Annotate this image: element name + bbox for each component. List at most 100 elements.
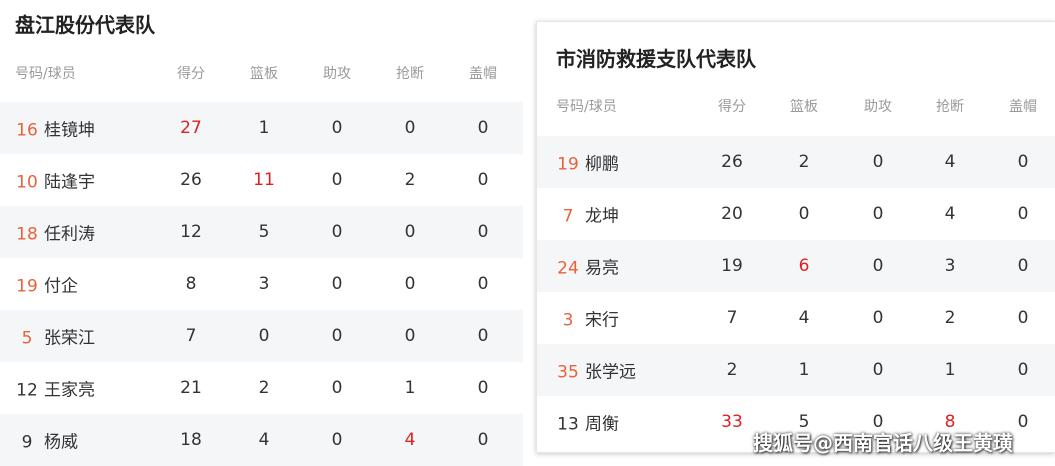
stat-points: 2 [726,360,738,380]
player-cell: 3 宋行 [556,306,619,331]
stat-rebounds: 4 [798,308,810,328]
player-cell: 9 杨威 [15,428,78,453]
stat-blocks: 0 [477,274,489,294]
stat-steals: 0 [404,222,416,242]
jersey-number: 10 [16,172,38,193]
stat-steals: 4 [944,204,956,224]
player-cell: 35 张学远 [556,358,636,383]
column-header-assists: 助攻 [323,66,351,82]
stat-rebounds: 1 [258,118,270,138]
column-header-row: 号码/球员 得分 篮板 助攻 抢断 盖帽 [0,63,523,83]
table-row: 35 张学远 2 1 0 1 0 [537,344,1055,396]
player-name: 王家亮 [44,380,95,401]
player-cell: 16 桂镜坤 [15,116,95,141]
stat-assists: 0 [872,360,884,380]
stat-assists: 0 [331,170,343,190]
stat-rebounds: 2 [798,152,810,172]
player-name: 任利涛 [44,224,95,245]
stat-rebounds: 5 [258,222,270,242]
player-stats-table: 16 桂镜坤 27 1 0 0 0 10 陆逢宇 26 11 0 2 0 18 任利涛 12 5 0 0 0 19 付企 8 3… [0,102,523,466]
stat-steals: 1 [944,360,956,380]
stat-blocks: 0 [477,170,489,190]
column-header-blocks: 盖帽 [1009,99,1037,115]
stat-points: 12 [180,222,202,242]
player-cell: 18 任利涛 [15,220,95,245]
player-name: 付企 [44,276,78,297]
stat-points: 27 [180,118,202,138]
jersey-number: 18 [16,224,38,245]
player-name: 龙坤 [585,206,619,227]
player-cell: 7 龙坤 [556,202,619,227]
jersey-number: 5 [21,328,33,349]
table-row: 5 张荣江 7 0 0 0 0 [0,310,523,362]
stat-assists: 0 [331,222,343,242]
player-stats-table: 19 柳鹏 26 2 0 4 0 7 龙坤 20 0 0 4 0 24 易亮 19 6 0 3 0 3 宋行 7 4 0 2 0 35 张… [537,136,1055,448]
stat-assists: 0 [331,274,343,294]
stat-rebounds: 4 [258,430,270,450]
stat-rebounds: 0 [258,326,270,346]
table-row: 9 杨威 18 4 0 4 0 [0,414,523,466]
jersey-number: 12 [16,380,38,401]
player-cell: 19 付企 [15,272,78,297]
player-name: 柳鹏 [585,154,619,175]
team-panel-pangjiang: 盘江股份代表队 号码/球员 得分 篮板 助攻 抢断 盖帽 16 桂镜坤 27 1 0 0 0 10 陆逢宇… [0,0,523,466]
stat-blocks: 0 [1017,308,1029,328]
jersey-number: 19 [16,276,38,297]
column-header-steals: 抢断 [936,99,964,115]
player-name: 宋行 [585,310,619,331]
player-cell: 19 柳鹏 [556,150,619,175]
table-row: 16 桂镜坤 27 1 0 0 0 [0,102,523,154]
jersey-number: 24 [557,258,579,279]
stat-points: 26 [721,152,743,172]
stat-steals: 0 [404,326,416,346]
stat-points: 21 [180,378,202,398]
team-title: 市消防救援支队代表队 [556,47,756,71]
jersey-number: 7 [562,206,574,227]
stat-points: 18 [180,430,202,450]
jersey-number: 19 [557,154,579,175]
column-header-rebounds: 篮板 [250,66,278,82]
stat-steals: 0 [404,118,416,138]
player-cell: 5 张荣江 [15,324,95,349]
table-row: 24 易亮 19 6 0 3 0 [537,240,1055,292]
team-panel-fire-rescue: 市消防救援支队代表队 号码/球员 得分 篮板 助攻 抢断 盖帽 19 柳鹏 26 2 0 4 0 7 龙坤… [536,21,1055,453]
column-header-blocks: 盖帽 [469,66,497,82]
player-name: 陆逢宇 [44,172,95,193]
player-name: 杨威 [44,432,78,453]
stat-points: 7 [726,308,738,328]
jersey-number: 16 [16,120,38,141]
jersey-number: 35 [557,362,579,383]
player-cell: 12 王家亮 [15,376,95,401]
stat-points: 20 [721,204,743,224]
stat-steals: 4 [944,152,956,172]
watermark-text: 搜狐号@西南官话八级王黄璜 [753,431,1013,455]
stat-steals: 3 [944,256,956,276]
jersey-number: 3 [562,310,574,331]
column-header-player: 号码/球员 [556,99,617,115]
stat-rebounds: 6 [798,256,810,276]
stat-rebounds: 1 [798,360,810,380]
stat-steals: 4 [404,430,416,450]
column-header-rebounds: 篮板 [790,99,818,115]
stat-blocks: 0 [1017,256,1029,276]
player-cell: 24 易亮 [556,254,619,279]
stat-points: 19 [721,256,743,276]
stat-points: 26 [180,170,202,190]
column-header-assists: 助攻 [864,99,892,115]
stat-points: 33 [721,412,743,432]
stat-assists: 0 [331,430,343,450]
stat-assists: 0 [872,152,884,172]
stat-points: 8 [185,274,197,294]
table-row: 19 柳鹏 26 2 0 4 0 [537,136,1055,188]
stat-blocks: 0 [477,378,489,398]
column-header-points: 得分 [177,66,205,82]
stat-assists: 0 [872,204,884,224]
column-header-player: 号码/球员 [15,66,76,82]
table-row: 10 陆逢宇 26 11 0 2 0 [0,154,523,206]
stat-assists: 0 [872,256,884,276]
player-name: 桂镜坤 [44,120,95,141]
stat-blocks: 0 [477,222,489,242]
stat-rebounds: 3 [258,274,270,294]
table-row: 7 龙坤 20 0 0 4 0 [537,188,1055,240]
stat-blocks: 0 [477,430,489,450]
